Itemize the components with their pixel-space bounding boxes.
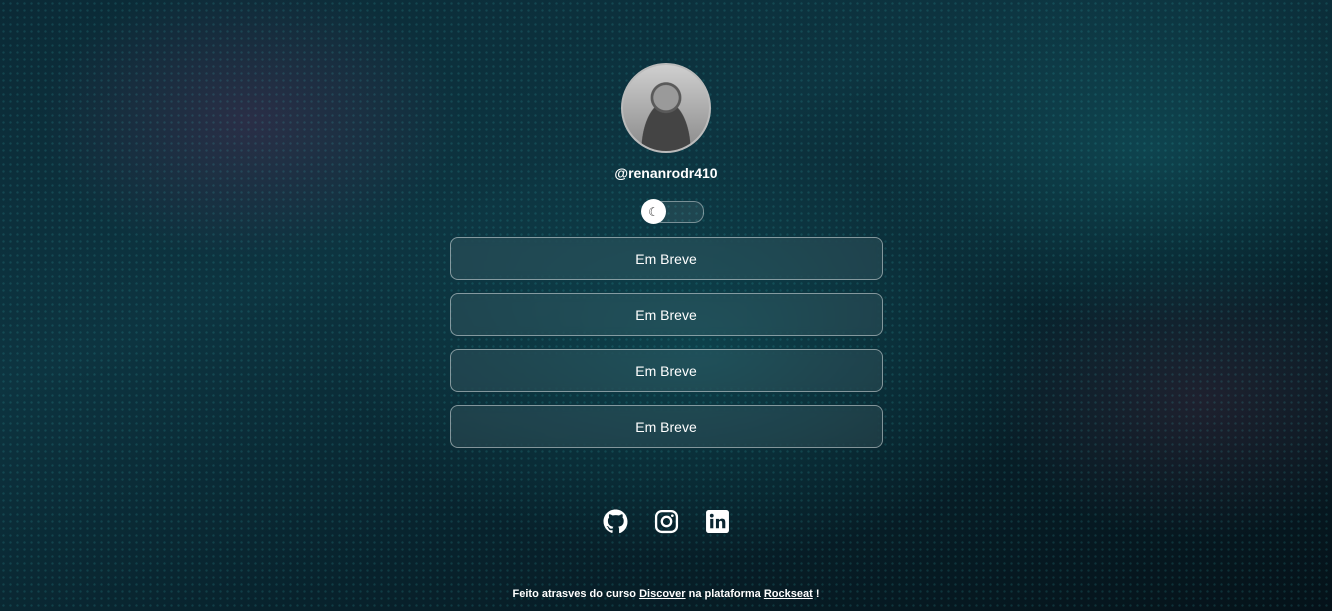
link-list: Em Breve Em Breve Em Breve Em Breve (449, 237, 883, 448)
instagram-icon[interactable] (654, 509, 679, 534)
link-button-4[interactable]: Em Breve (449, 405, 883, 448)
link-button-3[interactable]: Em Breve (449, 349, 883, 392)
footer-text: Feito atrasves do curso (512, 588, 637, 600)
github-icon[interactable] (603, 509, 628, 534)
footer-text: ! (815, 588, 820, 600)
username: @renanrodr410 (614, 165, 718, 181)
link-button-2[interactable]: Em Breve (449, 293, 883, 336)
profile-container: @renanrodr410 ☾ Em Breve Em Breve Em Bre… (0, 0, 1332, 448)
linkedin-icon[interactable] (705, 509, 730, 534)
rockseat-link[interactable]: Rockseat (764, 588, 813, 600)
social-links (0, 509, 1332, 534)
footer: Feito atrasves do curso Discover na plat… (0, 588, 1332, 600)
discover-link[interactable]: Discover (639, 588, 685, 600)
theme-switch[interactable]: ☾ (641, 199, 704, 224)
footer-text: na plataforma (688, 588, 761, 600)
moon-icon[interactable]: ☾ (641, 199, 666, 224)
link-button-1[interactable]: Em Breve (449, 237, 883, 280)
avatar (621, 63, 711, 153)
